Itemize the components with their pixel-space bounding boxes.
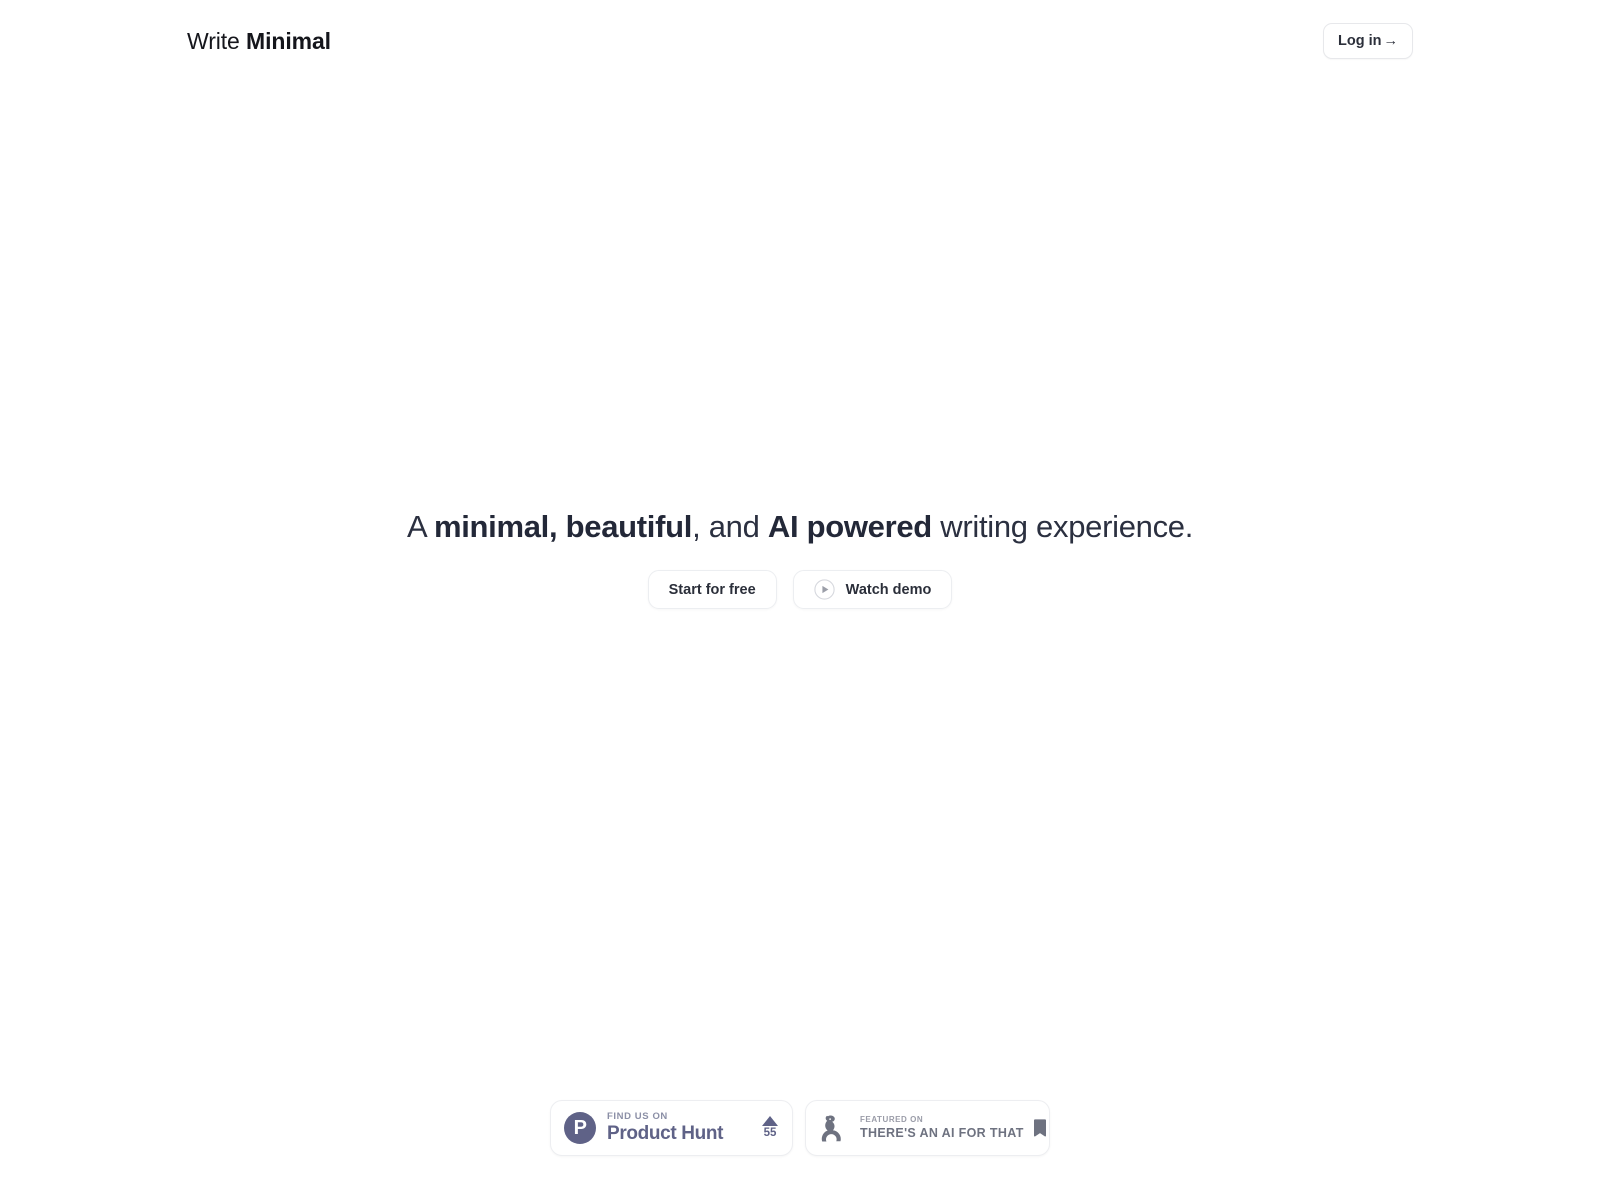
badge-row: P FIND US ON Product Hunt 55 FEATURED ON… [0, 1100, 1600, 1156]
caret-up-icon [762, 1116, 778, 1127]
headline-part-7: writing experience. [931, 509, 1194, 544]
site-header: Write Minimal Log in → [0, 0, 1600, 82]
hero-actions: Start for free Watch demo [647, 570, 953, 610]
start-for-free-label: Start for free [668, 581, 756, 598]
theres-an-ai-for-that-text: FEATURED ON THERE'S AN AI FOR THAT [860, 1115, 1024, 1140]
dinosaur-icon [817, 1113, 851, 1143]
product-hunt-letter: P [573, 1117, 587, 1139]
product-hunt-upvote-count: 55 [763, 1127, 777, 1140]
arrow-right-icon: → [1383, 32, 1399, 49]
product-hunt-badge[interactable]: P FIND US ON Product Hunt 55 [550, 1100, 793, 1156]
headline-part-3: , [548, 509, 566, 544]
watch-demo-button[interactable]: Watch demo [792, 570, 953, 610]
headline-part-minimal: minimal [433, 509, 549, 544]
product-hunt-upvote[interactable]: 55 [758, 1116, 778, 1140]
product-hunt-text: FIND US ON Product Hunt [607, 1111, 747, 1144]
headline-part-ai-powered: AI powered [767, 509, 932, 544]
theres-an-ai-for-that-name: THERE'S AN AI FOR THAT [860, 1125, 1024, 1140]
login-button-label: Log in [1338, 33, 1382, 49]
brand-logo-light: Write [187, 27, 247, 54]
hero-section: A minimal, beautiful, and AI powered wri… [0, 507, 1600, 610]
product-hunt-name: Product Hunt [607, 1122, 724, 1144]
hero-headline: A minimal, beautiful, and AI powered wri… [407, 507, 1193, 547]
start-for-free-button[interactable]: Start for free [647, 570, 777, 610]
brand-logo[interactable]: Write Minimal [187, 27, 331, 54]
theres-an-ai-for-that-kicker: FEATURED ON [860, 1115, 924, 1125]
login-button[interactable]: Log in → [1323, 23, 1413, 59]
bookmark-icon [1033, 1118, 1047, 1138]
headline-part-5: , and [692, 509, 768, 544]
theres-an-ai-for-that-badge[interactable]: FEATURED ON THERE'S AN AI FOR THAT [805, 1100, 1050, 1156]
play-circle-icon [814, 579, 835, 600]
watch-demo-label: Watch demo [845, 581, 932, 598]
product-hunt-kicker: FIND US ON [607, 1111, 668, 1123]
headline-part-1: A [406, 509, 434, 544]
headline-part-beautiful: beautiful [565, 509, 693, 544]
product-hunt-icon: P [564, 1112, 596, 1144]
brand-logo-strong: Minimal [246, 27, 331, 54]
landing-page: Write Minimal Log in → A minimal, beauti… [0, 0, 1600, 1200]
